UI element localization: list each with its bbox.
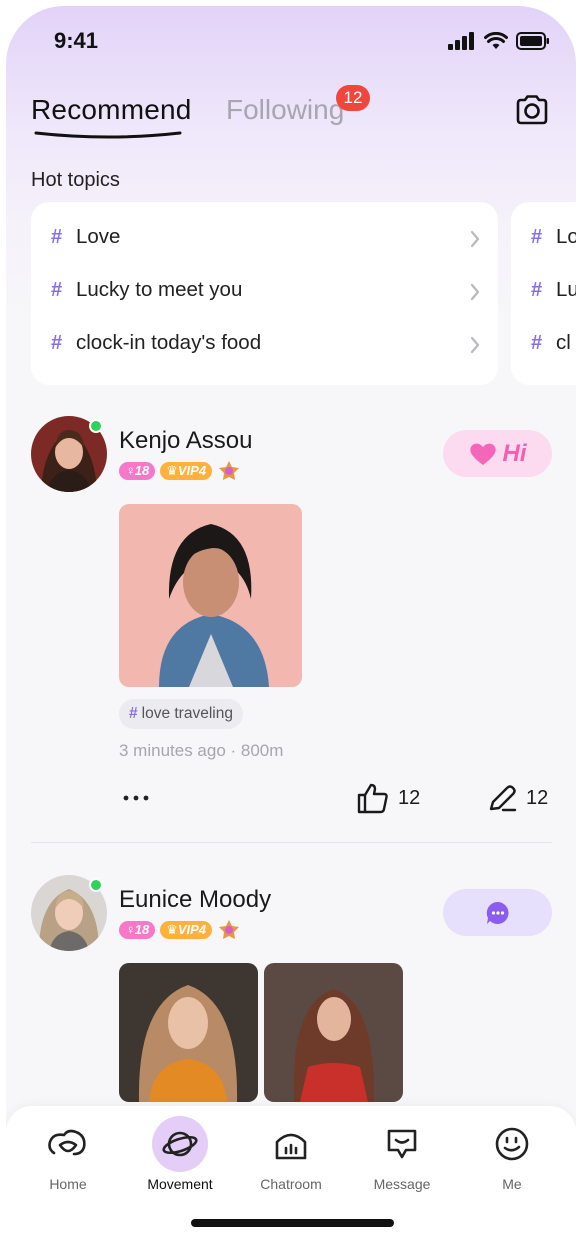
nav-movement[interactable]: Movement (130, 1116, 230, 1192)
nav-chatroom[interactable]: Chatroom (241, 1116, 341, 1192)
more-icon[interactable] (118, 788, 158, 808)
topic-row[interactable]: # cl (531, 328, 571, 358)
chatroom-icon (263, 1116, 319, 1172)
post-topic-label: love traveling (141, 705, 233, 722)
say-hi-label: Hi (502, 439, 527, 467)
heart-icon (469, 443, 496, 465)
topic-row[interactable]: # Lo (531, 222, 576, 252)
vip-tag: ♛VIP4 (160, 921, 213, 939)
vip-tag: ♛VIP4 (160, 462, 213, 480)
user-tags: ♀18 ♛VIP4 (119, 918, 241, 942)
nav-message[interactable]: Message (352, 1116, 452, 1192)
phone-screen: 9:41 Recommend Following 12 Hot topics #… (6, 6, 576, 1245)
like-count: 12 (398, 786, 421, 809)
home-indicator (191, 1219, 394, 1227)
hot-topics-title: Hot topics (31, 169, 120, 191)
username[interactable]: Eunice Moody (119, 886, 271, 914)
chat-bubble-icon (486, 901, 509, 924)
like-button[interactable]: 12 (356, 782, 420, 814)
hashtag-icon: # (531, 331, 543, 354)
topic-label: clock-in today's food (76, 331, 262, 354)
tab-active-underline (34, 131, 182, 139)
nav-label: Home (49, 1176, 87, 1192)
post-topic-tag[interactable]: # love traveling (119, 699, 243, 729)
post-photo[interactable] (264, 963, 403, 1102)
hot-topics-card: # Lo # Lu # cl (511, 202, 576, 385)
status-time: 9:41 (54, 28, 99, 53)
comment-button[interactable]: 12 (486, 782, 548, 814)
user-tags: ♀18 ♛VIP4 (119, 459, 241, 483)
nav-label: Me (502, 1176, 522, 1192)
post-meta: 3 minutes ago · 800m (119, 741, 284, 760)
signal-icon (448, 32, 474, 50)
gender-age-tag: ♀18 (119, 921, 156, 939)
medal-icon (219, 920, 240, 939)
hashtag-icon: # (51, 331, 63, 354)
nav-label: Movement (147, 1176, 213, 1192)
topic-row[interactable]: # Lu (531, 275, 576, 305)
tab-recommend[interactable]: Recommend (31, 94, 192, 126)
status-icons (448, 32, 550, 50)
topic-label: Lu (556, 278, 576, 301)
thumbs-up-icon (357, 783, 388, 814)
topic-label: cl (556, 331, 571, 354)
following-badge: 12 (336, 85, 370, 111)
chevron-right-icon (470, 283, 480, 301)
hashtag-icon: # (531, 225, 543, 248)
post-divider (31, 842, 552, 843)
hashtag-icon: # (51, 225, 63, 248)
planet-icon (152, 1116, 208, 1172)
tab-following[interactable]: Following (226, 94, 344, 126)
hashtag-icon: # (51, 278, 63, 301)
nav-label: Message (373, 1176, 431, 1192)
chevron-right-icon (470, 336, 480, 354)
gender-age-tag: ♀18 (119, 462, 156, 480)
nav-label: Chatroom (260, 1176, 322, 1192)
message-icon (374, 1116, 430, 1172)
hashtag-icon: # (129, 705, 138, 722)
online-indicator (89, 878, 103, 892)
topic-row[interactable]: # Lucky to meet you (51, 275, 242, 305)
nav-home[interactable]: Home (18, 1116, 118, 1192)
topic-label: Lo (556, 225, 576, 248)
battery-icon (516, 32, 549, 50)
chevron-right-icon (470, 230, 480, 248)
username[interactable]: Kenjo Assou (119, 427, 252, 455)
hashtag-icon: # (531, 278, 543, 301)
topic-label: Love (76, 225, 121, 248)
online-indicator (89, 419, 103, 433)
home-icon (40, 1116, 96, 1172)
wifi-icon (484, 32, 508, 49)
camera-icon[interactable] (514, 92, 550, 128)
comment-count: 12 (526, 786, 549, 809)
topic-label: Lucky to meet you (76, 278, 243, 301)
message-button[interactable] (443, 889, 552, 936)
pen-icon (489, 785, 517, 812)
smiley-icon (484, 1116, 540, 1172)
post-photo[interactable] (119, 963, 258, 1102)
nav-me[interactable]: Me (462, 1116, 562, 1192)
say-hi-button[interactable]: Hi (443, 430, 552, 477)
topic-row[interactable]: # Love (51, 222, 120, 252)
topic-row[interactable]: # clock-in today's food (51, 328, 261, 358)
post-photo[interactable] (119, 504, 302, 687)
hot-topics-card: # Love # Lucky to meet you # clock-in to… (31, 202, 498, 385)
medal-icon (219, 461, 240, 480)
